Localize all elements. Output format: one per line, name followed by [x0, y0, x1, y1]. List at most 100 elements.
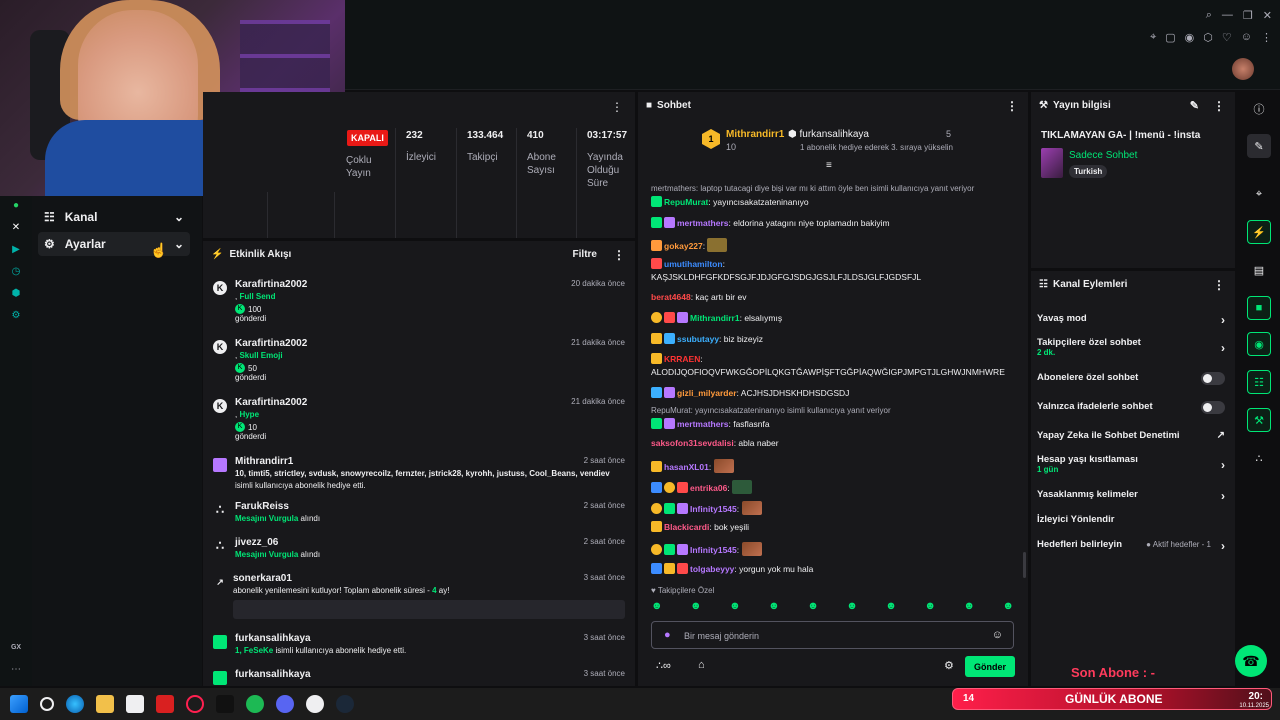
chat-user[interactable]: RepuMurat: [664, 197, 708, 207]
event-user[interactable]: jivezz_06: [235, 537, 278, 548]
settings-icon[interactable]: ⚙: [8, 308, 24, 322]
event-user[interactable]: Karafirtina2002: [235, 397, 307, 408]
layout-icon[interactable]: ☷: [1247, 370, 1271, 394]
windows-start-icon[interactable]: [10, 695, 28, 713]
top-gifter-name[interactable]: Mithrandirr1: [726, 129, 784, 140]
cube-icon[interactable]: ⬢: [8, 286, 24, 300]
emote-icon[interactable]: ☻: [729, 600, 741, 614]
category-name[interactable]: Sadece Sohbet: [1069, 150, 1137, 161]
action-followers-only[interactable]: Takipçilere özel sohbet 2 dk. ›: [1037, 337, 1229, 357]
camera-icon[interactable]: ◉: [1185, 30, 1195, 44]
app-icon[interactable]: [126, 695, 144, 713]
emote-icon[interactable]: ☻: [807, 600, 819, 614]
chat-bubble-icon[interactable]: ■: [1247, 296, 1271, 320]
event-user[interactable]: FarukReiss: [235, 501, 289, 512]
chat-user[interactable]: Blackicardi: [664, 522, 709, 532]
subs-only-toggle[interactable]: [1201, 372, 1225, 385]
event-user[interactable]: Mithrandirr1: [235, 456, 293, 467]
second-gifter-name[interactable]: ⬢ furkansalihkaya: [788, 129, 869, 140]
chat-user[interactable]: gizli_milyarder: [677, 388, 737, 398]
emote-only-toggle[interactable]: [1201, 401, 1225, 414]
chat-user[interactable]: saksofon31sevdalisi: [651, 438, 734, 448]
close-icon[interactable]: ✕: [1263, 6, 1272, 24]
action-ai-moderation[interactable]: Yapay Zeka ile Sohbet Denetimi ↗: [1037, 430, 1229, 441]
more-icon[interactable]: ⋮: [1261, 30, 1272, 44]
collapse-icon[interactable]: ≡: [826, 160, 832, 171]
emote-icon[interactable]: ☻: [768, 600, 780, 614]
panel-menu-icon[interactable]: ⋮: [611, 100, 623, 114]
emote-icon[interactable]: ☻: [846, 600, 858, 614]
x-icon[interactable]: ✕: [8, 220, 24, 234]
chat-user[interactable]: tolgabeyyy: [690, 564, 734, 574]
bolt-icon[interactable]: ⚡: [1247, 220, 1271, 244]
emote-icon[interactable]: ☻: [963, 600, 975, 614]
rewards-icon[interactable]: ∴∞: [656, 659, 671, 672]
app-icon[interactable]: [216, 695, 234, 713]
event-user[interactable]: Karafirtina2002: [235, 279, 307, 290]
panel-menu-icon[interactable]: ⋮: [1006, 99, 1018, 113]
info-icon[interactable]: ⓘ: [1247, 97, 1271, 121]
chat-user[interactable]: KRRAEN: [664, 354, 700, 364]
headset-icon[interactable]: ☎: [1235, 645, 1267, 677]
edit-icon[interactable]: ✎: [1190, 99, 1199, 112]
chat-user[interactable]: Infinity1545: [690, 504, 737, 514]
settings-icon[interactable]: ⚙: [944, 659, 954, 672]
action-goals[interactable]: Hedefleri belirleyin ● Aktif hedefler - 1…: [1037, 539, 1229, 553]
wrench-icon[interactable]: ⚒: [1247, 408, 1271, 432]
emote-icon[interactable]: ☻: [651, 600, 663, 614]
play-icon[interactable]: ▶: [8, 242, 24, 256]
pin-icon[interactable]: ⌖: [1150, 30, 1156, 44]
event-user[interactable]: furkansalihkaya: [235, 669, 311, 680]
event-user[interactable]: sonerkara01: [233, 573, 292, 584]
chat-user[interactable]: Infinity1545: [690, 545, 737, 555]
action-slow-mode[interactable]: Yavaş mod ›: [1037, 313, 1229, 327]
chat-user[interactable]: hasanXL01: [664, 462, 709, 472]
more-icon[interactable]: ⋯: [8, 662, 24, 676]
clock-icon[interactable]: ◷: [8, 264, 24, 278]
minimize-icon[interactable]: —: [1222, 6, 1233, 24]
panel-menu-icon[interactable]: ⋮: [613, 248, 625, 262]
spotify-icon[interactable]: [246, 695, 264, 713]
panel-menu-icon[interactable]: ⋮: [1213, 99, 1225, 113]
store-icon[interactable]: ⌂: [698, 659, 705, 671]
chat-user[interactable]: mertmathers: [677, 419, 729, 429]
emote-icon[interactable]: ☻: [690, 600, 702, 614]
emote-icon[interactable]: ☻: [885, 600, 897, 614]
nav-item-kanal[interactable]: ☷ Kanal ⌄: [38, 205, 190, 229]
event-user[interactable]: Karafirtina2002: [235, 338, 307, 349]
action-account-age[interactable]: Hesap yaşı kısıtlaması 1 gün ›: [1037, 454, 1229, 474]
restore-icon[interactable]: ❐: [1243, 6, 1253, 24]
chat-scrollbar[interactable]: [1023, 552, 1026, 578]
app-icon[interactable]: [306, 695, 324, 713]
panel-menu-icon[interactable]: ⋮: [1213, 278, 1225, 292]
edge-icon[interactable]: [66, 695, 84, 713]
emoji-icon[interactable]: ☺: [992, 629, 1003, 641]
event-user[interactable]: furkansalihkaya: [235, 633, 311, 644]
steam-icon[interactable]: [336, 695, 354, 713]
chat-input[interactable]: ● Bir mesaj gönderin ☺: [651, 621, 1014, 649]
edit-icon[interactable]: ✎: [1247, 134, 1271, 158]
shield-icon[interactable]: ⬡: [1203, 30, 1213, 44]
search-icon[interactable]: ⌕: [1206, 6, 1212, 24]
search-icon[interactable]: [40, 697, 54, 711]
crop-icon[interactable]: ⌖: [1247, 182, 1271, 206]
send-button[interactable]: Gönder: [965, 656, 1015, 677]
folder-icon[interactable]: [96, 695, 114, 713]
whatsapp-icon[interactable]: ●: [8, 198, 24, 212]
dots-icon[interactable]: ∴: [1247, 446, 1271, 470]
chat-user[interactable]: entrika06: [690, 483, 727, 493]
filter-button[interactable]: Filtre: [573, 249, 597, 260]
tag-pill[interactable]: Turkish: [1069, 165, 1108, 178]
chat-user[interactable]: ssubutayy: [677, 334, 719, 344]
window-icon[interactable]: ▢: [1165, 30, 1175, 44]
emote-icon[interactable]: ☻: [924, 600, 936, 614]
chat-user[interactable]: umutihamilton: [664, 259, 723, 269]
discord-icon[interactable]: [276, 695, 294, 713]
avatar[interactable]: [1232, 58, 1254, 80]
action-raid[interactable]: İzleyici Yönlendir: [1037, 514, 1229, 525]
broadcast-icon[interactable]: ◉: [1247, 332, 1271, 356]
chat-user[interactable]: gokay227: [664, 241, 703, 251]
chat-user[interactable]: Mithrandirr1: [690, 313, 740, 323]
document-icon[interactable]: ▤: [1247, 258, 1271, 282]
app-icon[interactable]: [156, 695, 174, 713]
